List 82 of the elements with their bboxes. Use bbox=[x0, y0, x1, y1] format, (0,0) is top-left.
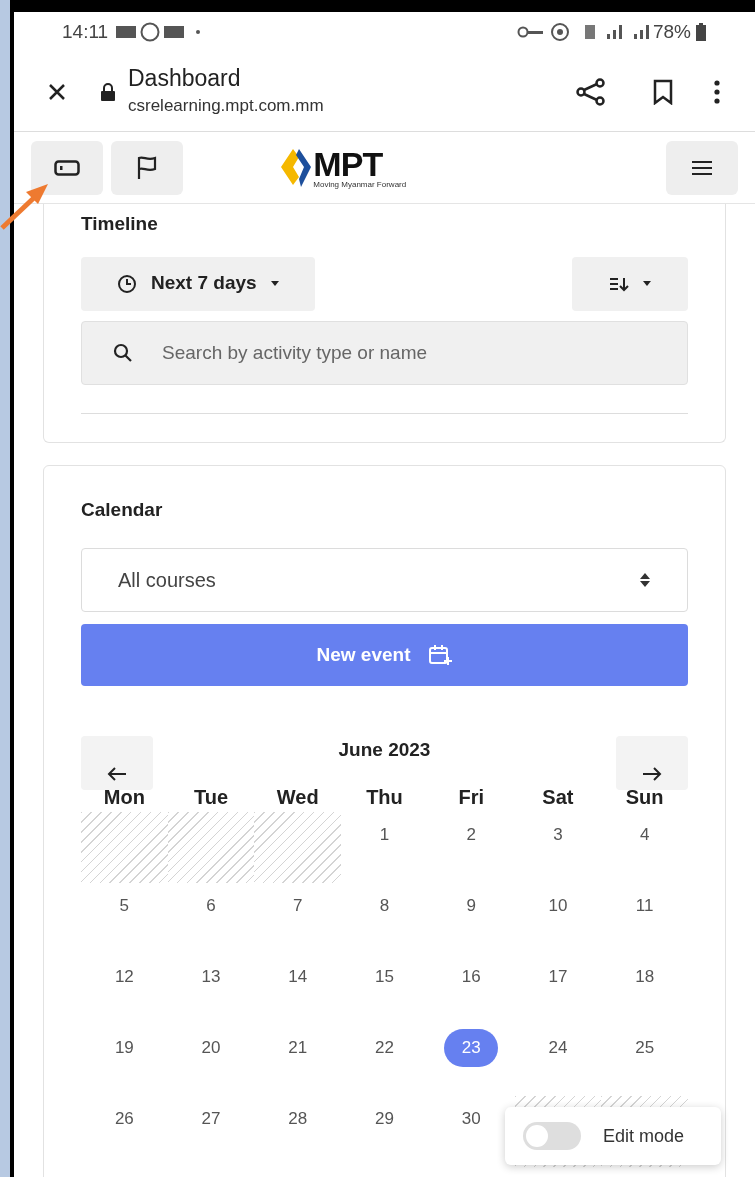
caret-icon bbox=[643, 281, 651, 286]
logo-text: MPT bbox=[313, 146, 383, 181]
share-icon bbox=[576, 77, 606, 106]
signal-icon bbox=[606, 25, 622, 39]
calendar-day[interactable]: 18 bbox=[635, 964, 655, 1025]
edit-mode-toggle[interactable] bbox=[523, 1122, 581, 1150]
calendar-day[interactable]: 26 bbox=[114, 1106, 134, 1167]
calendar-day[interactable]: 24 bbox=[548, 1035, 568, 1096]
calendar-day[interactable]: 27 bbox=[201, 1106, 221, 1167]
calendar-day[interactable]: 23 bbox=[444, 1029, 499, 1067]
weekday-label: Fri bbox=[458, 785, 484, 810]
drawer-toggle-button[interactable] bbox=[31, 140, 103, 195]
bookmark-icon bbox=[652, 78, 674, 105]
page-url: csrelearning.mpt.com.mm bbox=[128, 95, 324, 118]
course-select[interactable]: All courses bbox=[81, 548, 688, 612]
calendar-day[interactable]: 8 bbox=[379, 893, 390, 954]
clock-icon bbox=[117, 273, 137, 294]
calendar-day[interactable]: 16 bbox=[461, 964, 481, 1025]
page-title: Dashboard bbox=[128, 64, 242, 94]
calendar-day[interactable]: 11 bbox=[635, 893, 654, 954]
calendar-day[interactable]: 19 bbox=[114, 1035, 134, 1096]
calendar-day[interactable]: 29 bbox=[375, 1106, 394, 1167]
calendar-day[interactable]: 17 bbox=[548, 964, 568, 1025]
key-icon bbox=[516, 26, 543, 38]
signal-icon bbox=[633, 25, 649, 39]
calendar-day[interactable]: 3 bbox=[553, 822, 563, 883]
panel-icon bbox=[54, 159, 80, 176]
calendar-add-icon bbox=[428, 644, 453, 666]
app-notification-icon bbox=[164, 26, 185, 38]
month-title: June 2023 bbox=[338, 738, 431, 762]
weekday-label: Sun bbox=[625, 785, 664, 810]
calendar-day[interactable]: 1 bbox=[379, 822, 390, 883]
timeline-heading: Timeline bbox=[81, 212, 159, 236]
calendar-day[interactable]: 21 bbox=[288, 1035, 308, 1096]
calendar-heading: Calendar bbox=[81, 497, 164, 522]
calendar-day[interactable]: 13 bbox=[201, 964, 221, 1025]
left-arrow-icon bbox=[107, 766, 127, 782]
app-notification-icon bbox=[116, 26, 137, 38]
calendar-day[interactable]: 25 bbox=[635, 1035, 655, 1096]
flag-button[interactable] bbox=[111, 140, 183, 195]
search-field[interactable]: Search by activity type or name bbox=[81, 320, 688, 385]
calendar-day[interactable]: 2 bbox=[466, 822, 476, 883]
calendar-day[interactable]: 30 bbox=[461, 1106, 481, 1167]
hotspot-icon bbox=[550, 23, 569, 41]
calendar-day[interactable]: 9 bbox=[466, 893, 476, 954]
weekday-label: Thu bbox=[366, 785, 403, 810]
date-range-dropdown[interactable]: Next 7 days bbox=[81, 256, 315, 311]
sort-icon bbox=[609, 275, 631, 292]
weekday-label: Mon bbox=[103, 785, 145, 810]
menu-icon bbox=[691, 159, 713, 176]
dot-icon bbox=[196, 30, 201, 34]
lock-icon bbox=[100, 81, 116, 102]
close-icon bbox=[47, 81, 67, 102]
logo-tagline: Moving Myanmar Forward bbox=[313, 180, 407, 189]
calendar-day[interactable]: 28 bbox=[288, 1106, 308, 1167]
search-icon bbox=[113, 342, 133, 363]
calendar-day[interactable]: 7 bbox=[293, 893, 303, 954]
calendar-day[interactable]: 20 bbox=[201, 1035, 221, 1096]
calendar-day[interactable]: 14 bbox=[288, 964, 308, 1025]
new-event-button[interactable]: New event bbox=[81, 624, 688, 686]
calendar-day[interactable]: 6 bbox=[206, 893, 216, 954]
weekday-label: Wed bbox=[276, 785, 319, 810]
calendar-day[interactable]: 22 bbox=[375, 1035, 394, 1096]
flag-icon bbox=[136, 155, 158, 180]
edit-mode-label: Edit mode bbox=[603, 1124, 685, 1148]
caret-icon bbox=[270, 281, 279, 286]
mobile-data-icon bbox=[584, 25, 595, 39]
select-arrows-icon bbox=[639, 572, 651, 588]
status-time: 14:11 bbox=[62, 19, 109, 44]
weekday-label: Sat bbox=[542, 785, 574, 810]
calendar-day[interactable]: 5 bbox=[119, 893, 130, 954]
phone-bubble-icon bbox=[140, 22, 161, 42]
calendar-day[interactable]: 10 bbox=[548, 893, 568, 954]
more-icon bbox=[714, 79, 720, 104]
right-arrow-icon bbox=[642, 766, 662, 782]
calendar-day[interactable]: 15 bbox=[375, 964, 394, 1025]
menu-button[interactable] bbox=[666, 140, 738, 195]
calendar-day[interactable]: 12 bbox=[114, 964, 134, 1025]
battery-percent: 78% bbox=[652, 19, 691, 44]
battery-icon bbox=[695, 23, 707, 41]
weekday-label: Tue bbox=[194, 785, 229, 810]
calendar-day[interactable]: 4 bbox=[639, 822, 650, 883]
